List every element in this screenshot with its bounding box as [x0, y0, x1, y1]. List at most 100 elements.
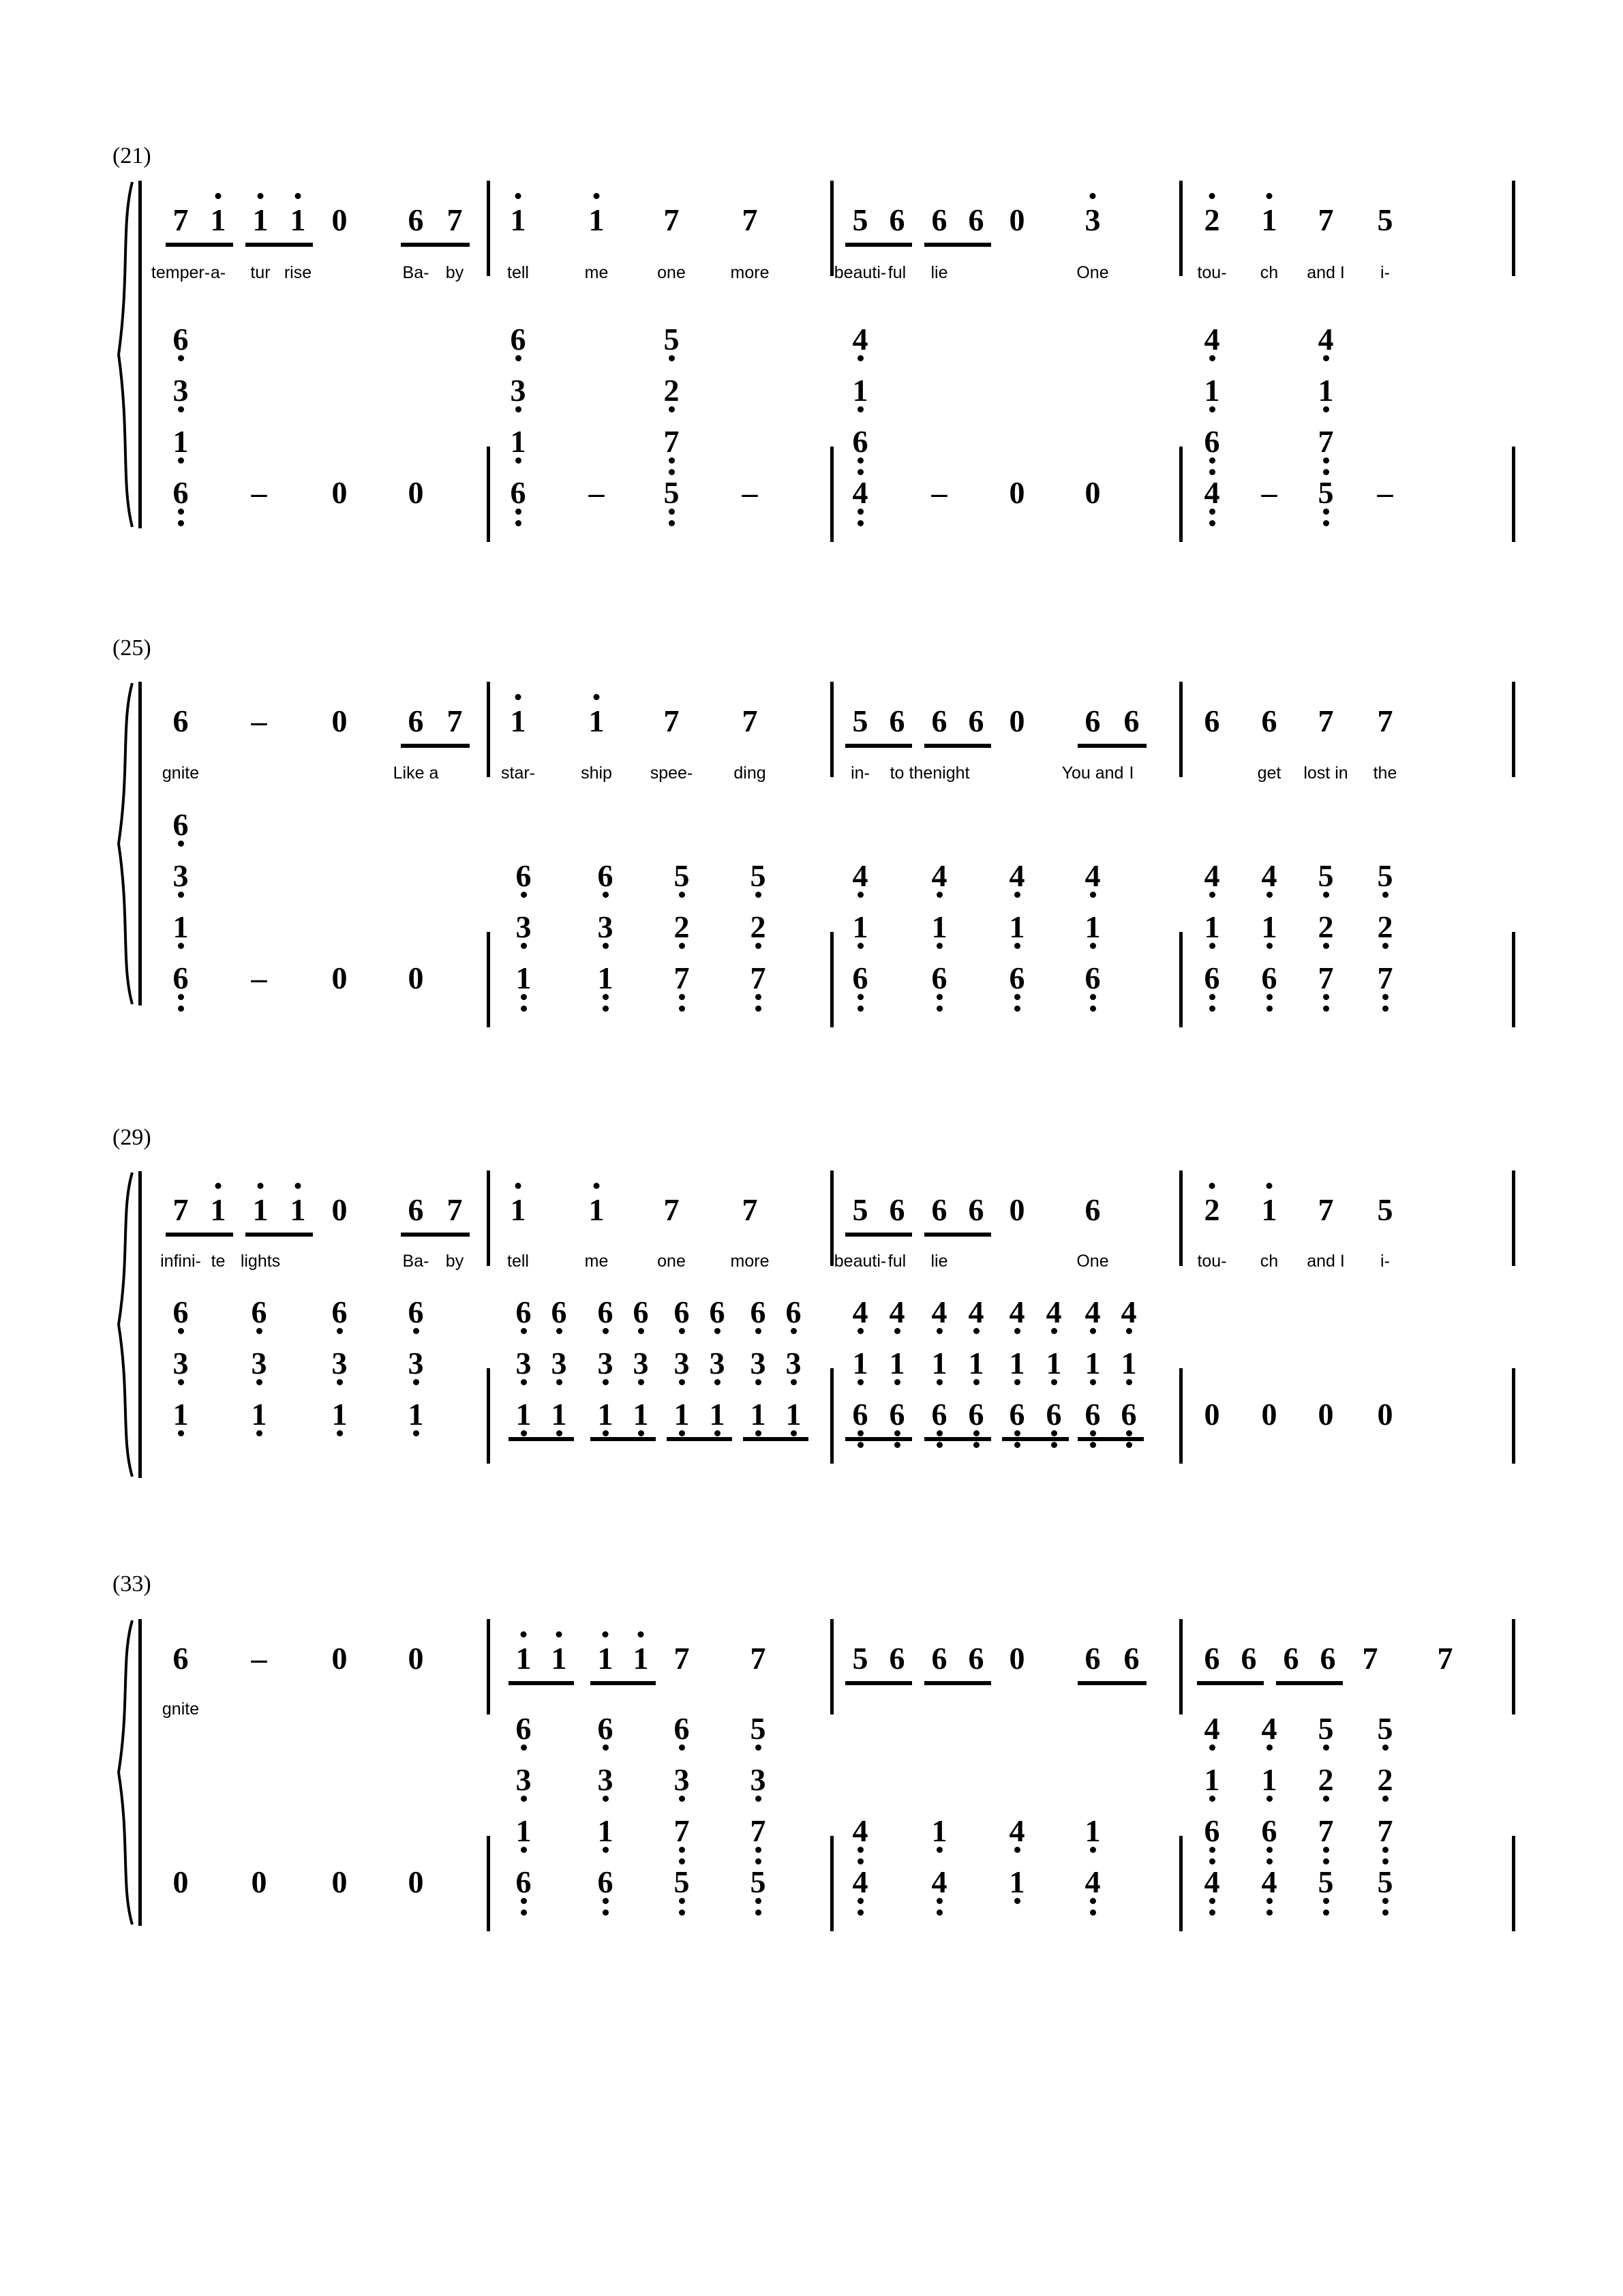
octave-dot-down — [1322, 355, 1329, 361]
chord-digit: 7 — [750, 1815, 766, 1864]
octave-dot-down — [177, 457, 184, 464]
melody-note: 6 — [923, 205, 956, 236]
octave-dot-down — [857, 355, 864, 361]
chord-digit: 5 — [1318, 1713, 1334, 1751]
chord-digit: 1 — [511, 426, 526, 464]
octave-dot-down — [1209, 994, 1215, 1000]
chord-digit: 4 — [1085, 1867, 1101, 1916]
chord-digit: 4 — [1262, 860, 1277, 898]
lyric-syllable: gnite — [162, 764, 200, 783]
octave-dot-down — [755, 1898, 761, 1904]
chord-digit: 1 — [890, 1348, 905, 1385]
melody-note: 0 — [323, 1194, 356, 1226]
octave-dot-down — [520, 943, 527, 949]
chord-digit: 7 — [1378, 1815, 1393, 1864]
octave-dot-down — [857, 1379, 864, 1385]
note-digit: 6 — [1084, 1192, 1101, 1227]
octave-dot-down — [1014, 1442, 1020, 1448]
octave-dot-down — [1322, 1909, 1329, 1916]
note-digit: 5 — [1377, 202, 1393, 237]
chord-digit: 1 — [1085, 1815, 1101, 1853]
melody-note: 6 — [399, 1194, 432, 1226]
chord-digit: 4 — [932, 860, 947, 898]
eighth-beam — [924, 243, 991, 247]
melody-barline — [487, 1170, 490, 1266]
melody-note: 6 — [960, 1194, 992, 1226]
lyric-syllable: ding — [733, 764, 766, 783]
note-digit: 5 — [852, 1641, 868, 1676]
chord-digit: 6 — [633, 1297, 649, 1334]
rest-zero: 0 — [408, 475, 424, 510]
octave-dot-down — [515, 509, 521, 515]
eighth-beam — [1276, 1681, 1343, 1685]
octave-dot-down — [1322, 469, 1329, 475]
chord-digit: 6 — [853, 963, 868, 1012]
chord-digit: 1 — [598, 1815, 613, 1853]
bass-barline — [487, 1368, 490, 1464]
octave-dot-down — [602, 892, 609, 898]
note-digit: 7 — [172, 1192, 189, 1227]
chord-digit: 3 — [408, 1348, 424, 1385]
chord-digit: 4 — [853, 1297, 868, 1334]
measure-number: (29) — [112, 1125, 151, 1150]
octave-dot-down — [1089, 1006, 1096, 1012]
octave-dot-down — [520, 1796, 527, 1802]
melody-note: 2 — [1196, 1183, 1228, 1226]
bass-barline — [487, 447, 490, 542]
octave-dot-down — [556, 1379, 562, 1385]
melody-note: 6 — [960, 1643, 992, 1674]
chord-digit: 6 — [786, 1297, 802, 1334]
chord-digit: 1 — [1010, 1867, 1025, 1904]
octave-dot-down — [515, 457, 521, 464]
octave-dot-down — [973, 1379, 980, 1385]
note-digit: 7 — [1318, 704, 1334, 738]
octave-dot-down — [1382, 1006, 1389, 1012]
note-digit: 7 — [1318, 1192, 1334, 1227]
octave-dot-down — [857, 994, 864, 1000]
duration-dash: – — [931, 475, 947, 510]
octave-dot-down — [857, 509, 864, 515]
melody-note: 6 — [881, 1643, 913, 1674]
chord-digit: 2 — [1378, 911, 1393, 949]
octave-dot-up — [215, 193, 222, 199]
octave-dot-down — [1382, 1744, 1389, 1751]
piano-brace — [115, 181, 138, 528]
chord-digit: 6 — [1262, 1815, 1277, 1864]
eighth-beam — [1078, 1681, 1147, 1685]
octave-dot-down — [1125, 1430, 1132, 1436]
octave-dot-down — [1266, 1858, 1273, 1864]
eighth-beam — [667, 1437, 732, 1441]
octave-dot-down — [678, 994, 685, 1000]
eighth-beam — [845, 744, 912, 748]
melody-note: 1 — [543, 1631, 575, 1674]
chord-digit: 5 — [664, 477, 680, 526]
melody-note: 6 — [1076, 706, 1109, 737]
eighth-beam — [924, 744, 991, 748]
octave-dot-down — [1050, 1442, 1057, 1448]
octave-dot-up — [1089, 193, 1096, 199]
chord-digit: 1 — [1121, 1348, 1137, 1385]
melody-note: 7 — [438, 205, 471, 236]
chord-digit: 1 — [932, 1815, 947, 1853]
bass-barline — [1179, 932, 1183, 1027]
melody-note: 7 — [733, 706, 766, 737]
chord-digit: 6 — [1121, 1399, 1137, 1448]
octave-dot-down — [973, 1430, 980, 1436]
octave-dot-down — [678, 1006, 685, 1012]
chord-digit: 6 — [1204, 963, 1220, 1012]
melody-note: 1 — [580, 193, 613, 236]
octave-dot-down — [1266, 1898, 1273, 1904]
note-digit: 7 — [1377, 704, 1393, 738]
octave-dot-down — [973, 1442, 980, 1448]
chord-digit: 3 — [750, 1348, 766, 1385]
bass-barline — [1512, 932, 1515, 1027]
octave-dot-down — [1014, 1006, 1020, 1012]
melody-note: 6 — [923, 1194, 956, 1226]
octave-dot-down — [1089, 1909, 1096, 1916]
octave-dot-down — [668, 520, 675, 526]
octave-dot-up — [515, 193, 521, 199]
octave-dot-down — [637, 1328, 644, 1334]
octave-dot-down — [1322, 509, 1329, 515]
octave-dot-down — [602, 1328, 609, 1334]
rest-zero: 0 — [1084, 475, 1101, 510]
